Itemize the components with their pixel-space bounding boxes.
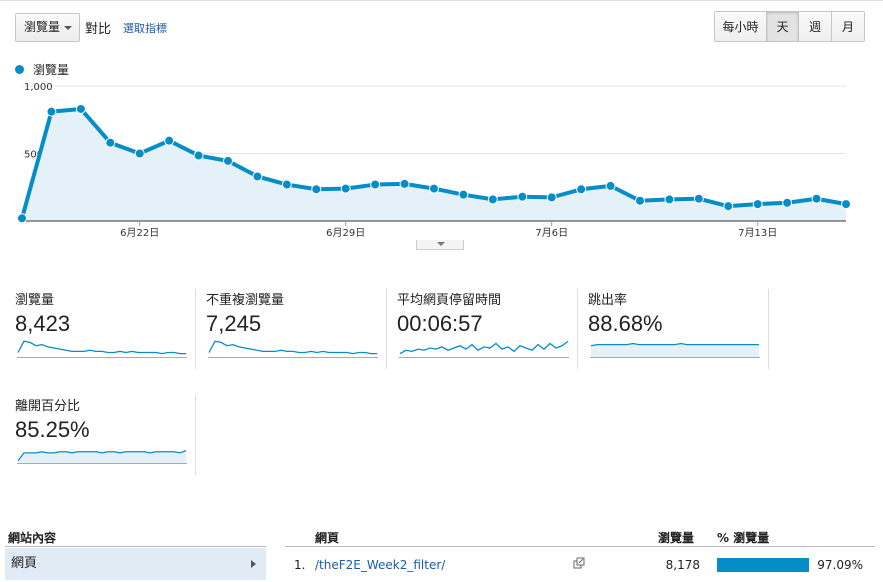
x-tick-label: 7月6日 [535, 227, 568, 239]
data-point [281, 179, 292, 190]
granularity-week-label: 週 [808, 20, 821, 34]
data-point [46, 106, 57, 117]
row-pageviews: 8,178 [665, 558, 700, 572]
data-point [693, 193, 704, 204]
data-point [517, 191, 528, 202]
side-panel-header: 網站內容 [8, 531, 57, 545]
row-index: 1. [294, 558, 306, 572]
row-pct: 97.09% [817, 558, 863, 572]
legend-dot-icon [15, 65, 24, 74]
data-point [841, 199, 851, 210]
sparkline [208, 340, 378, 358]
data-point [664, 194, 675, 205]
granularity-month-button[interactable]: 月 [831, 12, 864, 41]
data-point [134, 148, 145, 159]
pct-bar [717, 558, 810, 572]
data-point [223, 155, 233, 166]
scorecard-value: 88.68% [588, 311, 663, 336]
data-point [164, 135, 175, 146]
sparkline [17, 450, 187, 464]
scorecard-title: 離開百分比 [15, 399, 81, 414]
data-point [811, 193, 822, 204]
table-header-page[interactable]: 網頁 [315, 529, 339, 546]
scorecard-exit-rate[interactable]: 離開百分比 85.25% [15, 395, 195, 475]
data-point [105, 137, 116, 148]
chevron-down-icon [64, 26, 72, 30]
top-border [0, 0, 883, 1]
x-tick-label: 6月22日 [120, 227, 159, 239]
granularity-day-label: 天 [776, 20, 789, 34]
data-point [576, 184, 587, 195]
scorecard-divider [195, 395, 196, 475]
data-point [17, 213, 27, 224]
scorecard-value: 00:06:57 [397, 311, 483, 336]
compare-label: 對比 [85, 22, 112, 37]
chart-collapse-handle[interactable] [416, 240, 464, 250]
data-point [487, 194, 498, 205]
metric-select-dropdown[interactable]: 瀏覽量 [15, 13, 80, 42]
sparkline-line [399, 340, 569, 355]
data-point [605, 180, 616, 191]
data-point [723, 201, 734, 212]
granularity-week-button[interactable]: 週 [798, 12, 831, 41]
page-path-link[interactable]: /theF2E_Week2_filter/ [315, 558, 445, 572]
data-point [193, 150, 204, 161]
pageviews-chart: 1,0005006月22日 6月29日 7月6日 7月13日 [17, 82, 851, 239]
open-external-icon[interactable] [573, 557, 586, 569]
legend-label: 瀏覽量 [33, 63, 70, 77]
scorecard-value: 7,245 [206, 311, 262, 336]
table-header-views[interactable]: 瀏覽量 [658, 529, 694, 546]
scorecard-unique-pageviews[interactable]: 不重複瀏覽量 7,245 [206, 289, 386, 369]
scorecard-value: 85.25% [15, 417, 90, 442]
scorecard-divider [386, 289, 387, 369]
data-point [252, 171, 263, 182]
data-point [75, 103, 86, 114]
granularity-month-label: 月 [841, 20, 854, 34]
scorecard-divider [195, 289, 196, 369]
metric-select-label: 瀏覽量 [24, 20, 61, 34]
sparkline [399, 340, 569, 358]
scorecard-title: 瀏覽量 [15, 293, 55, 308]
scorecard-avg-time-on-page[interactable]: 平均網頁停留時間 00:06:57 [397, 289, 577, 369]
y-tick-label: 1,000 [24, 82, 53, 93]
sparkline-area [591, 343, 759, 357]
sparkline [17, 340, 187, 358]
data-point [752, 199, 763, 210]
scorecard-divider [768, 289, 769, 369]
sparkline [590, 342, 760, 358]
data-point [546, 192, 557, 203]
sparkline-line [208, 340, 377, 355]
scorecard-value: 8,423 [15, 311, 71, 336]
granularity-hour-button[interactable]: 每小時 [715, 12, 766, 41]
scorecard-title: 不重複瀏覽量 [206, 293, 285, 308]
chart-legend: 瀏覽量 [15, 61, 69, 78]
table-row: 1. /theF2E_Week2_filter/ 8,178 97.09% [285, 548, 875, 580]
data-point [782, 197, 793, 208]
table-header-pct[interactable]: % 瀏覽量 [717, 529, 769, 546]
sparkline-line [17, 340, 186, 355]
scorecard-bounce-rate[interactable]: 跳出率 88.68% [588, 289, 768, 369]
select-metric-link[interactable]: 選取指標 [123, 20, 167, 36]
granularity-hour-label: 每小時 [722, 20, 759, 34]
data-point [635, 195, 645, 206]
data-point [370, 179, 381, 190]
granularity-day-button[interactable]: 天 [766, 12, 798, 41]
side-panel-item-label: 網頁 [11, 556, 38, 571]
scorecard-title: 跳出率 [588, 293, 628, 308]
scorecard-divider [577, 289, 578, 369]
data-point [311, 184, 322, 195]
side-panel-item-pages[interactable]: 網頁 [5, 548, 266, 580]
x-tick-label: 7月13日 [738, 227, 777, 239]
data-point [429, 183, 439, 194]
data-point [340, 183, 351, 194]
x-tick-label: 6月29日 [326, 227, 365, 239]
data-point [458, 189, 469, 200]
time-granularity-toggle: 每小時 天 週 月 [714, 11, 865, 42]
side-panel-rule [5, 546, 266, 547]
chevron-right-icon [251, 560, 256, 568]
table-header-rule [285, 546, 875, 547]
scorecard-pageviews[interactable]: 瀏覽量 8,423 [15, 289, 195, 369]
scorecard-title: 平均網頁停留時間 [397, 293, 502, 308]
data-point [399, 178, 410, 189]
